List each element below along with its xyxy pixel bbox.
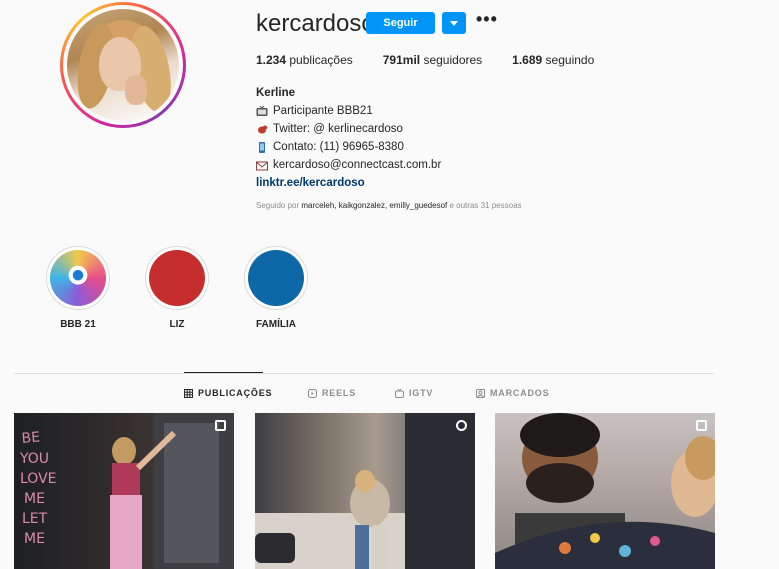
tab-tagged[interactable]: MARCADOS xyxy=(476,388,549,398)
email-icon xyxy=(256,161,268,170)
avatar-inner xyxy=(63,5,183,125)
suggested-dropdown-button[interactable] xyxy=(442,12,466,34)
highlight-label: FAMÍLIA xyxy=(256,319,296,330)
bio-line: Twitter: @ kerlinecardoso xyxy=(256,120,441,138)
grid-icon xyxy=(184,388,193,398)
followed-by-prefix: Seguido por xyxy=(256,201,300,210)
tab-label: REELS xyxy=(322,388,357,398)
multi-post-icon xyxy=(215,420,226,431)
bio-link[interactable]: linktr.ee/kercardoso xyxy=(256,174,441,192)
highlight-familia[interactable]: FAMÍLIA xyxy=(236,246,316,330)
tab-igtv[interactable]: IGTV xyxy=(395,388,433,398)
tagged-icon xyxy=(476,388,485,398)
bio-line: kercardoso@connectcast.com.br xyxy=(256,156,441,174)
svg-text:LOVE: LOVE xyxy=(20,471,57,487)
highlight-cover xyxy=(248,250,304,306)
posts-count: 1.234 xyxy=(256,53,287,67)
highlight-label: BBB 21 xyxy=(60,319,96,330)
tab-reels[interactable]: REELS xyxy=(308,388,356,398)
highlight-ring xyxy=(244,246,308,310)
highlight-cover xyxy=(50,250,106,306)
profile-name: Kerline xyxy=(256,87,295,99)
svg-text:ME: ME xyxy=(24,531,45,547)
post-thumbnail[interactable] xyxy=(255,413,475,569)
profile-stats: 1.234 publicações 791mil seguidores 1.68… xyxy=(256,53,594,67)
profile-bio: Kerline Participante BBB21 Twitter: @ ke… xyxy=(256,84,441,192)
followers-label: seguidores xyxy=(423,53,483,67)
bio-text-participant: Participante BBB21 xyxy=(273,105,373,117)
highlight-ring xyxy=(145,246,209,310)
followed-by-suffix: e outras 31 pessoas xyxy=(449,201,522,210)
svg-text:BE: BE xyxy=(21,429,41,447)
tab-posts[interactable]: PUBLICAÇÕES xyxy=(184,388,272,398)
highlight-cover xyxy=(149,250,205,306)
bio-line: Contato: (11) 96965-8380 xyxy=(256,138,441,156)
profile-username: kercardoso xyxy=(256,10,375,37)
bird-icon xyxy=(258,125,268,133)
active-tab-indicator xyxy=(184,372,263,373)
followers-count: 791mil xyxy=(382,53,421,67)
reels-icon xyxy=(308,388,317,398)
tab-label: PUBLICAÇÕES xyxy=(198,388,273,398)
bio-text-email: kercardoso@connectcast.com.br xyxy=(273,159,442,171)
bio-line: Participante BBB21 xyxy=(256,102,441,120)
following-count: 1.689 xyxy=(512,53,543,67)
phone-icon xyxy=(259,141,265,153)
posts-stat: 1.234 publicações xyxy=(256,53,353,67)
followers-stat[interactable]: 791mil seguidores xyxy=(383,53,482,67)
video-post-icon xyxy=(456,420,467,431)
highlight-label: LIZ xyxy=(169,319,185,330)
follow-button[interactable]: Seguir xyxy=(366,12,435,34)
highlight-bbb21[interactable]: BBB 21 xyxy=(38,246,118,330)
highlight-liz[interactable]: LIZ xyxy=(137,246,217,330)
post-image xyxy=(495,413,715,569)
following-label: seguindo xyxy=(545,53,595,67)
avatar-photo xyxy=(67,9,179,121)
followed-by[interactable]: Seguido por marceleh, kaikgonzalez, emil… xyxy=(256,201,522,210)
svg-text:YOU: YOU xyxy=(19,451,49,467)
post-thumbnail[interactable]: BE YOU LOVE ME LET ME xyxy=(14,413,234,569)
tab-label: IGTV xyxy=(409,388,434,398)
following-stat[interactable]: 1.689 seguindo xyxy=(512,53,594,67)
svg-text:ME: ME xyxy=(24,491,45,507)
bio-text-contact: Contato: (11) 96965-8380 xyxy=(273,141,404,153)
tabs-divider xyxy=(14,373,714,374)
post-thumbnail[interactable] xyxy=(495,413,715,569)
svg-text:LET: LET xyxy=(22,511,48,527)
profile-avatar[interactable] xyxy=(60,2,186,128)
multi-post-icon xyxy=(696,420,707,431)
posts-label: publicações xyxy=(289,53,353,67)
bio-text-twitter: Twitter: @ kerlinecardoso xyxy=(273,123,403,135)
tv-icon xyxy=(256,105,268,116)
followed-by-users: marceleh, kaikgonzalez, emilly_guedesof xyxy=(301,201,448,210)
igtv-icon xyxy=(395,388,404,398)
tab-label: MARCADOS xyxy=(490,388,550,398)
post-image: BE YOU LOVE ME LET ME xyxy=(19,413,234,569)
highlight-ring xyxy=(46,246,110,310)
more-options-icon[interactable]: ••• xyxy=(476,9,498,30)
post-image xyxy=(255,413,475,569)
